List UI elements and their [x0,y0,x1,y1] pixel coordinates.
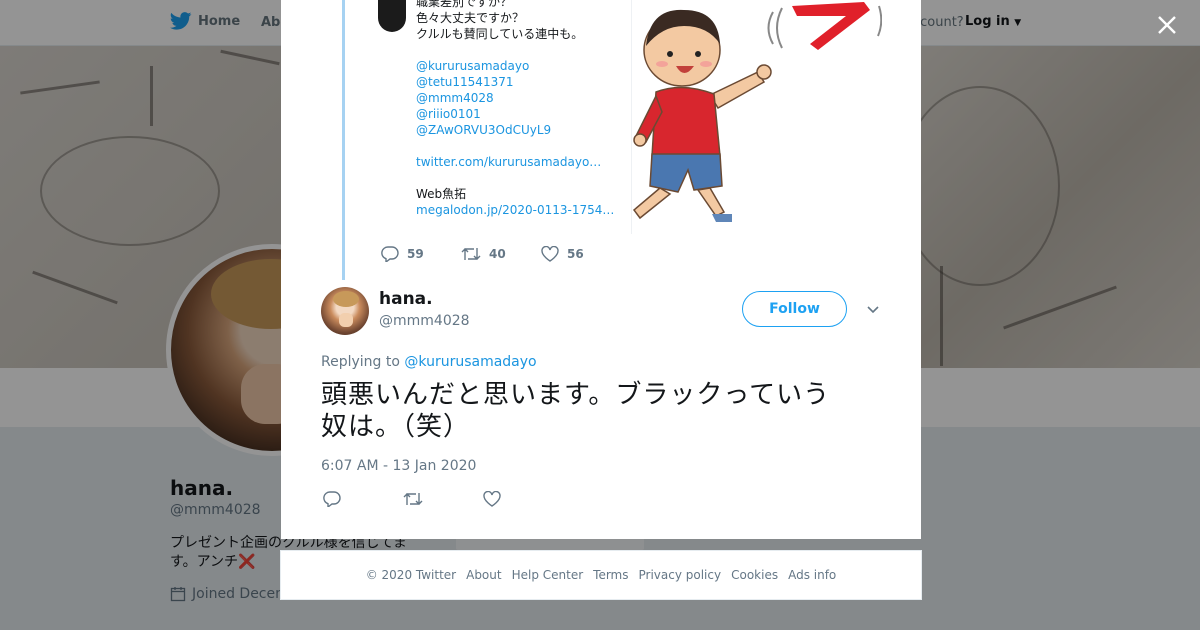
reply-button[interactable]: 59 [381,246,461,262]
close-icon [1158,16,1176,34]
quoted-tweet-line: 職業差別ですか？ [416,0,513,9]
footer-link[interactable]: Privacy policy [639,568,722,582]
reply-icon [323,491,341,507]
boy-throwing-boomerang-illustration [632,2,882,222]
thread-connector-line [342,0,345,280]
quoted-tweet-link[interactable]: @tetu11541371 [416,74,631,90]
quoted-tweet-line [416,138,631,154]
reply-button[interactable] [323,489,403,509]
footer-link[interactable]: About [466,568,501,582]
footer-link[interactable]: Ads info [788,568,836,582]
quoted-avatar [378,0,406,32]
quoted-tweet-link[interactable]: megalodon.jp/2020-0113-1754… [416,202,631,218]
quoted-tweet-link[interactable]: twitter.com/kururusamadayo… [416,154,631,170]
tweet-timestamp[interactable]: 6:07 AM - 13 Jan 2020 [321,458,476,474]
retweet-icon [403,493,423,505]
close-modal-button[interactable] [1152,10,1182,40]
retweet-button[interactable] [403,489,483,509]
tweet-text-line: 奴は。（笑） [321,412,471,442]
quoted-tweet-link[interactable]: @riiio0101 [416,106,631,122]
tweet-author-name[interactable]: hana. [379,289,433,309]
tweet-text-line: 頭悪いんだと思います。ブラックっていう [321,380,831,410]
quoted-tweet-line: 色々大丈夫ですか？ [416,11,525,25]
replying-to-mention[interactable]: @kururusamadayo [404,354,536,370]
retweet-count: 40 [489,247,506,261]
footer-link[interactable]: Cookies [731,568,778,582]
reply-icon [381,246,399,262]
tweet-author-handle[interactable]: @mmm4028 [379,313,470,329]
tweet-modal: 職業差別ですか？ 色々大丈夫ですか？ クルルも賛同している連中も。 @kururusa… [281,0,921,539]
tweet-actions [323,489,563,509]
footer-link[interactable]: Help Center [512,568,584,582]
parent-tweet-actions: 59 40 56 [381,246,621,262]
quoted-tweet-line [416,170,631,186]
like-count: 56 [567,247,584,261]
heart-icon [541,246,559,262]
quoted-tweet-link[interactable]: @mmm4028 [416,90,631,106]
replying-to: Replying to @kururusamadayo [321,354,537,370]
quoted-tweet-link[interactable]: @kururusamadayo [416,58,631,74]
follow-button[interactable]: Follow [742,291,847,327]
retweet-icon [461,248,481,260]
footer-copyright: © 2020 Twitter [365,568,457,582]
heart-icon [483,491,501,507]
quoted-tweet-line: Web魚拓 [416,187,467,201]
replying-prefix: Replying to [321,354,400,370]
reply-count: 59 [407,247,424,261]
quoted-tweet-link[interactable]: @ZAwORVU3OdCUyL9 [416,122,631,138]
modal-footer: © 2020 Twitter About Help Center Terms Priva… [280,550,922,600]
like-button[interactable]: 56 [541,246,621,262]
footer-link[interactable]: Terms [593,568,628,582]
like-button[interactable] [483,489,563,509]
tweet-menu-button[interactable] [865,301,881,317]
chevron-down-icon [867,306,879,314]
tweet-author-avatar[interactable] [321,287,369,335]
quoted-tweet-text: 職業差別ですか？ 色々大丈夫ですか？ クルルも賛同している連中も。 @kururusa… [416,0,631,218]
retweet-button[interactable]: 40 [461,246,541,262]
parent-tweet-image[interactable]: 職業差別ですか？ 色々大丈夫ですか？ クルルも賛同している連中も。 @kururusa… [378,0,918,234]
quoted-tweet-line: クルルも賛同している連中も。 [416,27,584,41]
quoted-tweet-line [416,42,631,58]
tweet-text: 頭悪いんだと思います。ブラックっていう 奴は。（笑） [321,379,881,443]
